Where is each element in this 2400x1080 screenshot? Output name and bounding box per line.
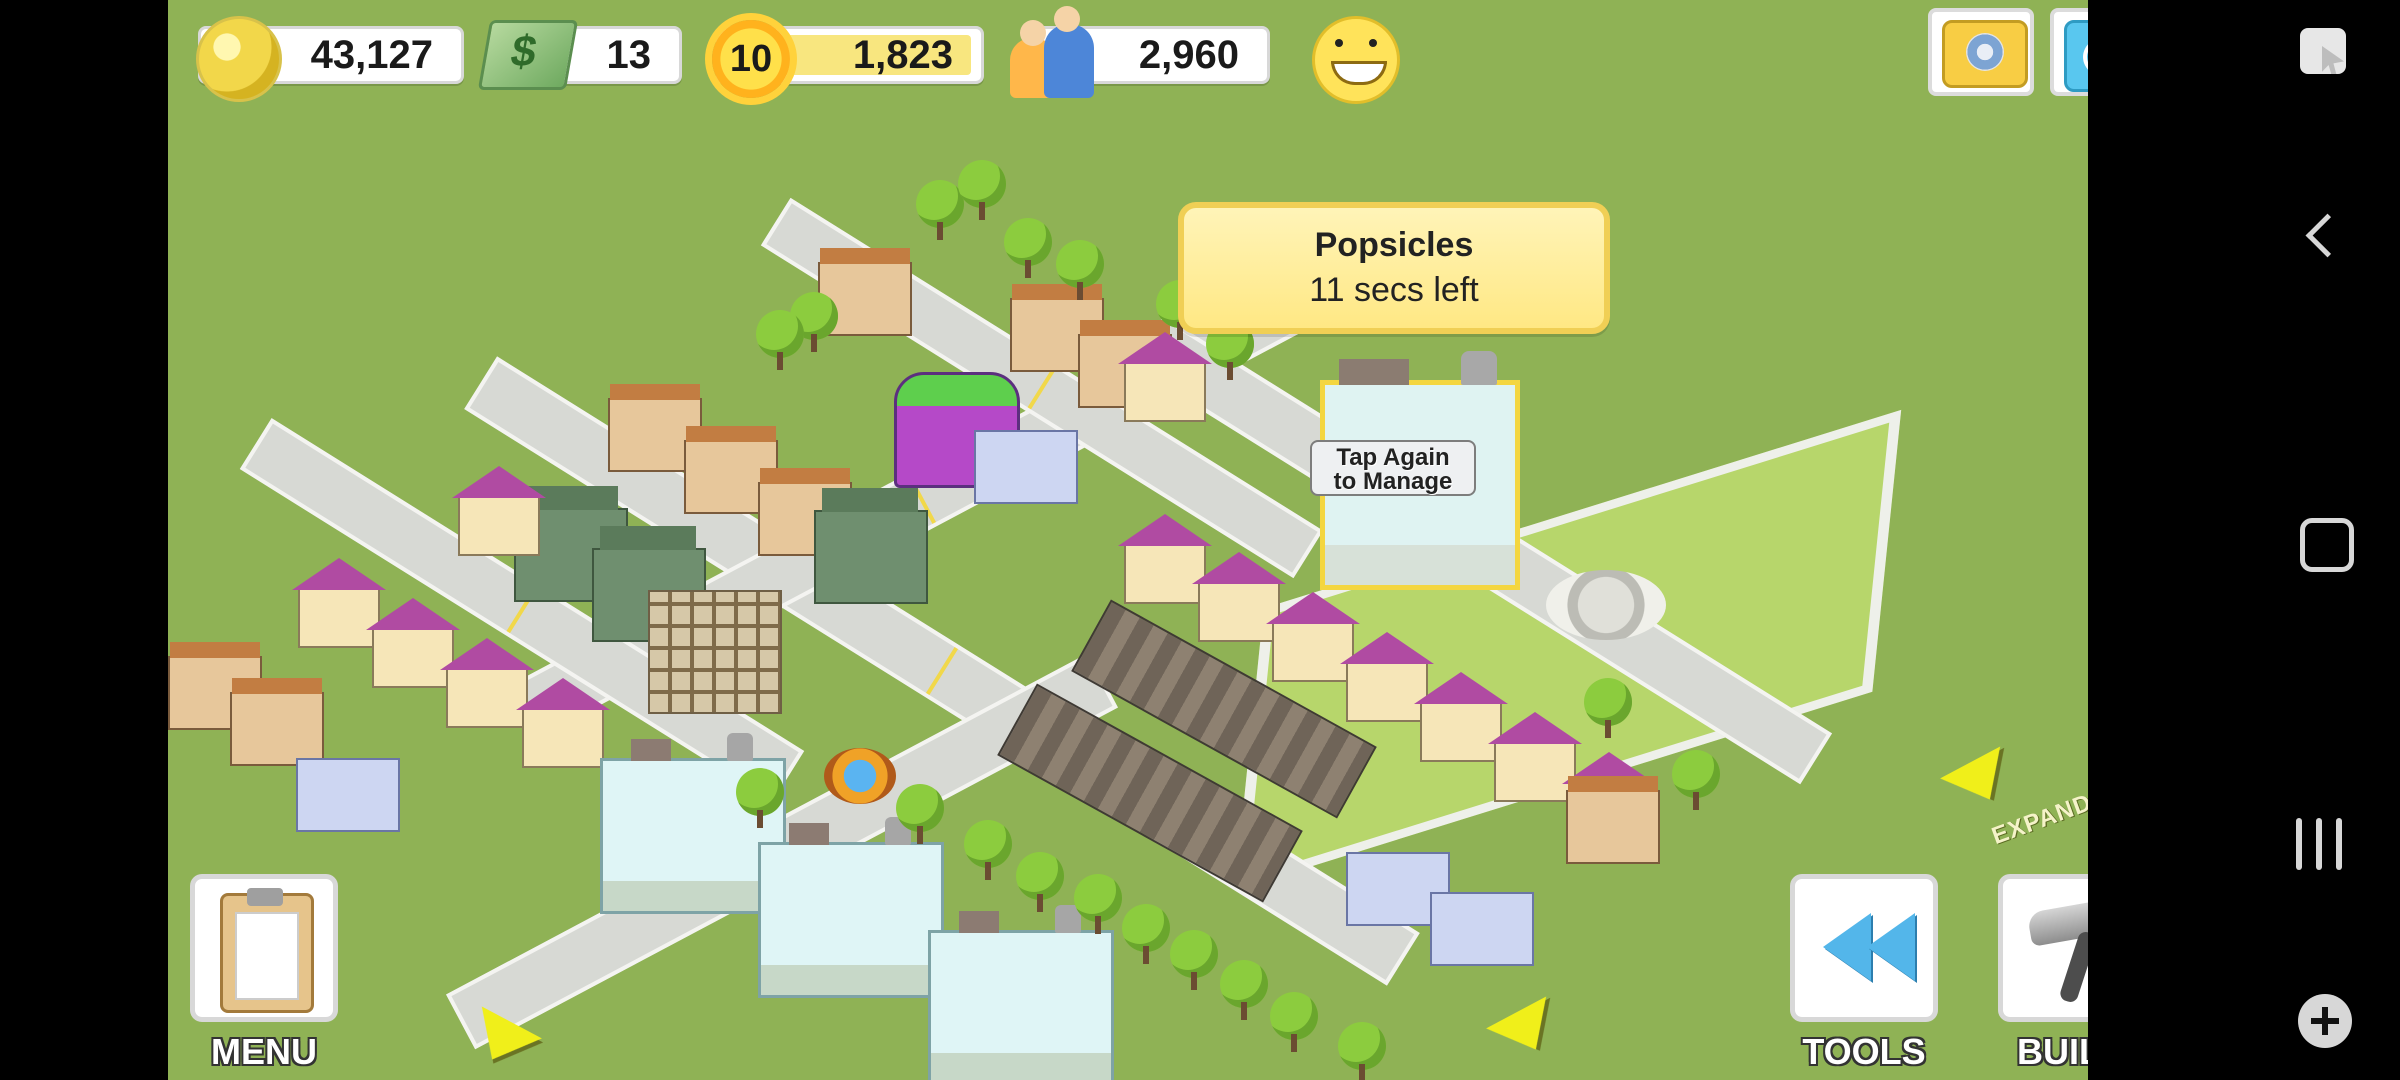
build-button[interactable]: BUILD [1998,874,2088,1072]
menu-button[interactable]: MENU [190,874,338,1072]
recents-bar-2 [2316,818,2322,870]
rewind-arrow-left [1823,913,1871,981]
construction-site[interactable] [648,590,782,714]
tree [1016,852,1064,912]
tap-again-line1: Tap Again [1336,444,1450,471]
apartment-building-3[interactable] [814,488,928,604]
population-value: 2,960 [1138,32,1239,77]
office-tower-3[interactable] [928,905,1114,1080]
back-icon[interactable] [2305,213,2350,258]
gamepad-icon[interactable] [2298,994,2352,1048]
hammer-icon [2026,897,2088,1005]
fountain-plaza[interactable] [824,748,896,804]
menu-label: MENU [211,1031,317,1072]
tree [1122,904,1170,964]
camera-button[interactable] [1928,8,2034,96]
house-5[interactable] [516,678,610,768]
home-icon[interactable] [2300,518,2354,572]
tree [896,784,944,844]
tree [1220,960,1268,1020]
xp-value: 1,823 [852,32,953,77]
tree [736,768,784,828]
blue-shop-right[interactable] [1430,892,1534,966]
house-1[interactable] [452,466,546,556]
person-blue [1044,6,1094,98]
tree [1270,992,1318,1052]
office-tower-2[interactable] [758,817,944,998]
clipboard-icon [220,888,314,1013]
corner-store-left[interactable] [296,758,400,832]
people-icon [1010,6,1096,98]
rewind-arrow-right [1867,913,1915,981]
coins-value: 43,127 [310,32,433,77]
tree [1056,240,1104,300]
tree [916,180,964,240]
recents-icon[interactable] [2296,818,2350,876]
share-icon [2064,20,2088,92]
house-6[interactable] [1118,332,1212,422]
tree [964,820,1012,880]
smiley-icon[interactable] [1312,16,1400,104]
tree [1584,678,1632,738]
cash-value: 13 [606,32,652,77]
camera-icon [1942,20,2028,88]
sun-icon: 10 [712,20,790,98]
tree [756,310,804,370]
build-label: BUILD [2017,1031,2088,1072]
tap-again-line2: to Manage [1333,468,1453,495]
recents-bar-1 [2296,818,2302,870]
edit-icon[interactable] [2300,28,2346,74]
share-button[interactable] [2050,8,2088,96]
tap-again-label[interactable]: Tap Again to Manage [1310,440,1476,496]
tools-button[interactable]: TOOLS [1790,874,1938,1072]
coin-icon [196,16,282,102]
tools-label: TOOLS [1802,1031,1926,1072]
tree [1004,218,1052,278]
storefront-right[interactable] [1566,776,1660,864]
tree [958,160,1006,220]
cash-icon [477,20,579,90]
cafe-building[interactable] [974,430,1078,504]
tree [1074,874,1122,934]
tree [1170,930,1218,990]
tooltip-title: Popsicles [1314,226,1474,264]
tooltip-subtitle: 11 secs left [1309,271,1479,309]
game-view[interactable]: Tap Again to Manage 43,127 13 $ 1,823 10… [168,0,2088,1080]
storefront-left-2[interactable] [230,678,324,766]
rewind-icon [1813,903,1923,993]
recents-bar-3 [2336,818,2342,870]
tree [1338,1022,1386,1080]
production-tooltip: Popsicles 11 secs left [1178,202,1610,334]
tree [1672,750,1720,810]
level-value: 10 [729,37,773,80]
helipad-pad[interactable] [1546,570,1666,640]
